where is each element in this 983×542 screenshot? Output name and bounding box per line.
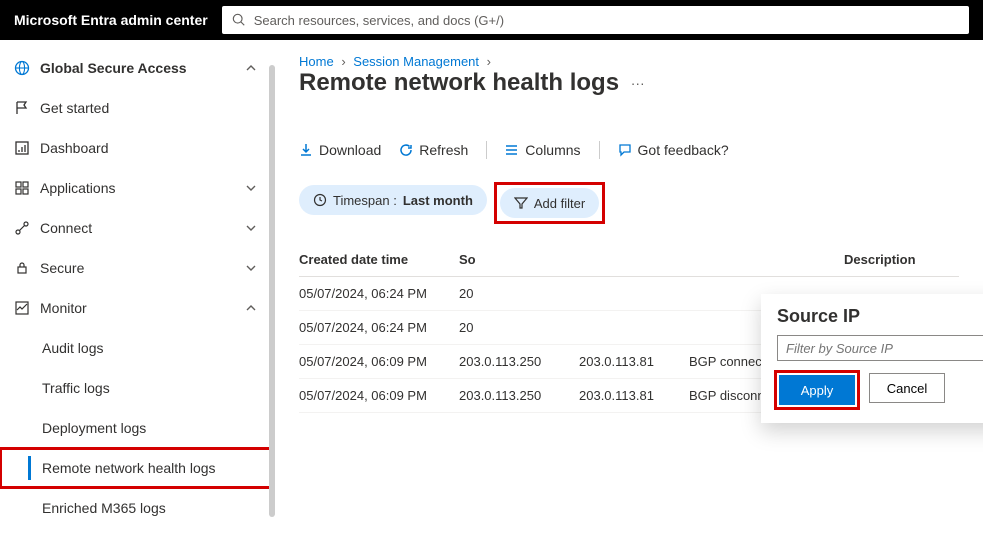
col-header-src[interactable]: So	[459, 252, 579, 267]
chevron-up-icon	[245, 62, 257, 74]
filter-icon	[514, 196, 528, 210]
sidebar-group-gsa[interactable]: Global Secure Access	[0, 48, 275, 88]
apps-icon	[10, 180, 34, 196]
top-bar: Microsoft Entra admin center Search reso…	[0, 0, 983, 40]
search-placeholder: Search resources, services, and docs (G+…	[254, 13, 504, 28]
apply-button[interactable]: Apply	[779, 375, 855, 405]
chevron-down-icon	[245, 182, 257, 194]
sidebar-subitem-remote-network-health-logs[interactable]: Remote network health logs	[0, 448, 275, 488]
flag-icon	[10, 100, 34, 116]
sidebar-item-connect[interactable]: Connect	[0, 208, 275, 248]
crumb-session[interactable]: Session Management	[353, 54, 479, 69]
refresh-button[interactable]: Refresh	[399, 142, 468, 158]
more-menu-icon[interactable]: ···	[631, 75, 645, 91]
columns-icon	[505, 143, 519, 157]
monitor-icon	[10, 300, 34, 316]
refresh-icon	[399, 143, 413, 157]
download-icon	[299, 143, 313, 157]
brand: Microsoft Entra admin center	[14, 12, 208, 28]
chevron-down-icon	[245, 222, 257, 234]
source-ip-input[interactable]	[777, 335, 983, 361]
popover-title: Source IP	[777, 306, 983, 327]
divider	[486, 141, 487, 159]
sidebar-item-secure[interactable]: Secure	[0, 248, 275, 288]
col-header-desc[interactable]: Description	[844, 252, 959, 267]
source-ip-filter-popover: Source IP Apply Cancel	[761, 294, 983, 423]
sidebar-item-monitor[interactable]: Monitor	[0, 288, 275, 328]
search-icon	[232, 13, 246, 27]
chevron-down-icon	[245, 262, 257, 274]
sidebar-item-dashboard[interactable]: Dashboard	[0, 128, 275, 168]
crumb-home[interactable]: Home	[299, 54, 334, 69]
sidebar: Global Secure Access Get started Dashboa…	[0, 40, 275, 542]
sidebar-subitem-traffic-logs[interactable]: Traffic logs	[0, 368, 275, 408]
command-bar: Download Refresh Columns Got feedback?	[299, 141, 959, 159]
globe-icon	[10, 60, 34, 76]
page-title: Remote network health logs	[299, 69, 619, 96]
clock-icon	[313, 193, 327, 207]
connect-icon	[10, 220, 34, 236]
table-header-row: Created date time So Description	[299, 243, 959, 277]
col-header-date[interactable]: Created date time	[299, 252, 459, 267]
sidebar-subitem-deployment-logs[interactable]: Deployment logs	[0, 408, 275, 448]
divider	[599, 141, 600, 159]
lock-icon	[10, 260, 34, 276]
sidebar-item-get-started[interactable]: Get started	[0, 88, 275, 128]
dashboard-icon	[10, 140, 34, 156]
columns-button[interactable]: Columns	[505, 142, 580, 158]
filter-timespan[interactable]: Timespan : Last month	[299, 185, 487, 215]
feedback-button[interactable]: Got feedback?	[618, 142, 729, 158]
sidebar-item-applications[interactable]: Applications	[0, 168, 275, 208]
sidebar-subitem-enriched-m365-logs[interactable]: Enriched M365 logs	[0, 488, 275, 528]
global-search[interactable]: Search resources, services, and docs (G+…	[222, 6, 969, 34]
sidebar-subitem-audit-logs[interactable]: Audit logs	[0, 328, 275, 368]
chevron-up-icon	[245, 302, 257, 314]
breadcrumb: Home › Session Management ›	[299, 54, 959, 69]
add-filter-button[interactable]: Add filter	[500, 188, 599, 218]
main-content: Home › Session Management › Remote netwo…	[275, 40, 983, 542]
download-button[interactable]: Download	[299, 142, 381, 158]
feedback-icon	[618, 143, 632, 157]
cancel-button[interactable]: Cancel	[869, 373, 945, 403]
